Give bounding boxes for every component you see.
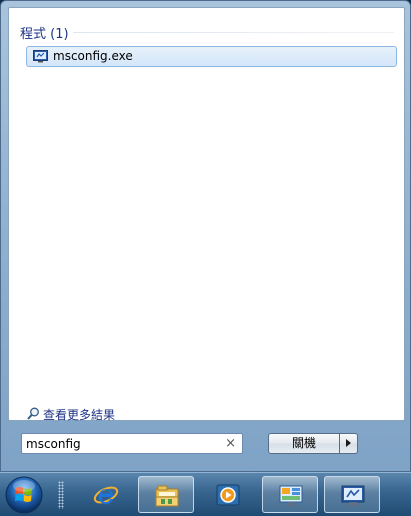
result-item-msconfig[interactable]: msconfig.exe xyxy=(26,46,397,67)
search-box[interactable]: × xyxy=(21,433,243,454)
shutdown-options-button[interactable] xyxy=(339,433,358,454)
folder-icon xyxy=(155,485,179,507)
internet-explorer-icon xyxy=(93,486,119,505)
clear-icon[interactable]: × xyxy=(225,436,236,451)
group-header-programs: 程式 (1) xyxy=(20,27,69,42)
taskbar-item-control-panel[interactable] xyxy=(262,476,318,513)
taskbar-item-media-player[interactable] xyxy=(200,476,256,513)
taskbar-item-file-explorer[interactable] xyxy=(138,476,194,513)
system-config-icon xyxy=(341,485,365,507)
shutdown-button[interactable]: 關機 xyxy=(268,433,340,454)
start-menu: 程式 (1) msconfig.exe 查看更多結果 × 關機 xyxy=(0,0,411,472)
taskbar-item-system-config[interactable] xyxy=(324,476,380,513)
media-player-icon xyxy=(216,484,240,506)
control-panel-icon xyxy=(279,485,303,507)
result-item-label: msconfig.exe xyxy=(53,49,133,63)
see-more-results-label: 查看更多結果 xyxy=(43,408,116,422)
search-magnifier-icon xyxy=(27,407,39,420)
taskbar xyxy=(0,472,411,516)
search-input[interactable] xyxy=(26,435,216,452)
taskbar-grip[interactable] xyxy=(58,481,64,509)
taskbar-item-internet-explorer[interactable] xyxy=(78,476,134,513)
system-config-icon xyxy=(33,50,48,63)
windows-orb-icon[interactable] xyxy=(4,475,44,515)
group-divider xyxy=(73,32,394,33)
search-results-panel: 程式 (1) msconfig.exe 查看更多結果 xyxy=(8,7,405,422)
